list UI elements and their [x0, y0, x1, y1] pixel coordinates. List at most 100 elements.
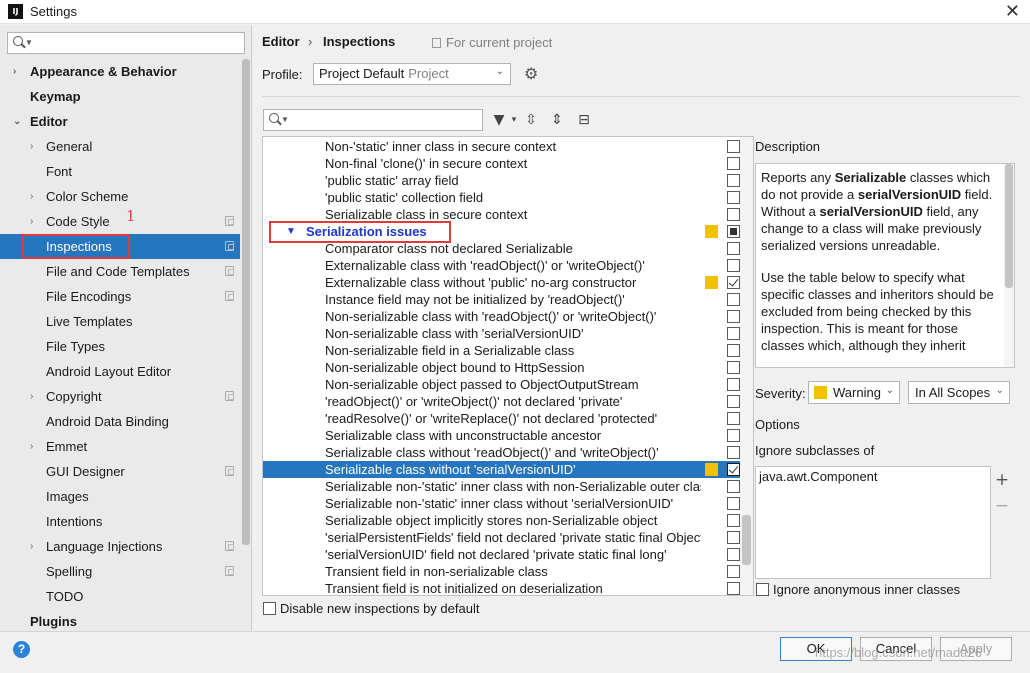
scrollbar-thumb[interactable] [1005, 164, 1013, 288]
chevron-down-icon[interactable]: ⌄ [13, 109, 21, 134]
inspection-row[interactable]: Non-serializable object bound to HttpSes… [263, 359, 743, 376]
inspections-scrollbar[interactable] [740, 137, 753, 595]
profile-select[interactable]: Project Default Project ⌄ [313, 63, 511, 85]
chevron-right-icon[interactable]: › [30, 184, 33, 209]
inspection-checkbox[interactable] [727, 259, 740, 272]
inspection-row[interactable]: Non-serializable class with 'readObject(… [263, 308, 743, 325]
inspection-row[interactable]: 'serialPersistentFields' field not decla… [263, 529, 743, 546]
gear-icon[interactable]: ⚙ [524, 66, 540, 82]
sidebar-item-font[interactable]: Font [0, 159, 240, 184]
inspection-checkbox[interactable] [727, 378, 740, 391]
add-icon[interactable]: + [993, 471, 1011, 489]
sidebar-item-spelling[interactable]: Spelling [0, 559, 240, 584]
inspection-row[interactable]: Non-serializable object passed to Object… [263, 376, 743, 393]
inspection-checkbox[interactable] [727, 497, 740, 510]
sidebar-item-language-injections[interactable]: › Language Injections [0, 534, 240, 559]
inspection-checkbox[interactable] [727, 276, 740, 289]
inspection-row[interactable]: 'public static' collection field [263, 189, 743, 206]
list-item[interactable]: java.awt.Component [759, 469, 987, 484]
reset-icon[interactable]: ⊟ [575, 110, 593, 130]
inspection-row[interactable]: Transient field is not initialized on de… [263, 580, 743, 595]
inspection-row[interactable]: 'readResolve()' or 'writeReplace()' not … [263, 410, 743, 427]
chevron-right-icon[interactable]: › [30, 384, 33, 409]
inspection-row[interactable]: 'public static' array field [263, 172, 743, 189]
sidebar-item-android-data-binding[interactable]: Android Data Binding [0, 409, 240, 434]
sidebar-item-todo[interactable]: TODO [0, 584, 240, 609]
chevron-right-icon[interactable]: › [13, 59, 16, 84]
description-scrollbar[interactable] [1004, 164, 1014, 367]
filter-dropdown-icon[interactable]: ▾ [505, 110, 523, 130]
sidebar-item-gui-designer[interactable]: GUI Designer [0, 459, 240, 484]
breadcrumb-editor[interactable]: Editor [262, 34, 300, 49]
scrollbar-thumb[interactable] [242, 59, 250, 545]
inspection-row[interactable]: 'serialVersionUID' field not declared 'p… [263, 546, 743, 563]
collapse-all-icon[interactable]: ⇕ [548, 110, 566, 130]
inspection-row[interactable]: Non-'static' inner class in secure conte… [263, 138, 743, 155]
inspection-search-input[interactable]: ▼ [263, 109, 483, 131]
sidebar-item-keymap[interactable]: Keymap [0, 84, 240, 109]
checkbox[interactable] [756, 583, 769, 596]
chevron-right-icon[interactable]: › [30, 134, 33, 159]
inspection-row[interactable]: Serializable class without 'readObject()… [263, 444, 743, 461]
expand-all-icon[interactable]: ⇳ [522, 110, 540, 130]
inspection-checkbox[interactable] [727, 140, 740, 153]
inspection-checkbox[interactable] [727, 157, 740, 170]
sidebar-item-intentions[interactable]: Intentions [0, 509, 240, 534]
close-icon[interactable]: ✕ [1005, 1, 1020, 22]
disable-new-inspections-checkbox[interactable]: Disable new inspections by default [263, 601, 479, 616]
inspection-row[interactable]: Externalizable class with 'readObject()'… [263, 257, 743, 274]
inspection-row[interactable]: Serializable class without 'serialVersio… [263, 461, 743, 478]
inspection-checkbox[interactable] [727, 293, 740, 306]
inspection-checkbox[interactable] [727, 429, 740, 442]
sidebar-item-copyright[interactable]: › Copyright [0, 384, 240, 409]
inspection-row[interactable]: Non-serializable class with 'serialVersi… [263, 325, 743, 342]
sidebar-item-images[interactable]: Images [0, 484, 240, 509]
inspection-checkbox[interactable] [727, 191, 740, 204]
chevron-right-icon[interactable]: › [30, 209, 33, 234]
inspection-checkbox[interactable] [727, 565, 740, 578]
inspection-checkbox[interactable] [727, 514, 740, 527]
inspection-checkbox[interactable] [727, 480, 740, 493]
inspection-checkbox[interactable] [727, 242, 740, 255]
inspection-checkbox[interactable] [727, 446, 740, 459]
sidebar-item-code-style[interactable]: › Code Style [0, 209, 240, 234]
sidebar-item-general[interactable]: › General [0, 134, 240, 159]
inspection-checkbox[interactable] [727, 327, 740, 340]
inspection-row[interactable]: Instance field may not be initialized by… [263, 291, 743, 308]
sidebar-item-file-types[interactable]: File Types [0, 334, 240, 359]
inspection-row[interactable]: Non-final 'clone()' in secure context [263, 155, 743, 172]
sidebar-item-file-and-code-templates[interactable]: File and Code Templates [0, 259, 240, 284]
help-icon[interactable]: ? [13, 641, 30, 658]
sidebar-item-android-layout-editor[interactable]: Android Layout Editor [0, 359, 240, 384]
inspection-row[interactable]: 'readObject()' or 'writeObject()' not de… [263, 393, 743, 410]
inspection-row[interactable]: Serializable non-'static' inner class wi… [263, 478, 743, 495]
inspection-checkbox[interactable] [727, 395, 740, 408]
inspection-checkbox[interactable] [727, 582, 740, 595]
ignore-subclasses-list[interactable]: java.awt.Component [755, 466, 991, 579]
checkbox[interactable] [263, 602, 276, 615]
inspection-row[interactable]: Externalizable class without 'public' no… [263, 274, 743, 291]
inspection-row[interactable]: Non-serializable field in a Serializable… [263, 342, 743, 359]
inspection-row[interactable]: Transient field in non-serializable clas… [263, 563, 743, 580]
ignore-anonymous-checkbox[interactable]: Ignore anonymous inner classes [756, 582, 960, 597]
inspection-checkbox[interactable] [727, 531, 740, 544]
chevron-right-icon[interactable]: › [30, 434, 33, 459]
inspection-checkbox[interactable] [727, 225, 740, 238]
chevron-right-icon[interactable]: › [30, 534, 33, 559]
inspection-checkbox[interactable] [727, 548, 740, 561]
scrollbar-thumb[interactable] [742, 515, 751, 565]
severity-select[interactable]: Warning ⌄ [808, 381, 900, 404]
sidebar-item-appearance-behavior[interactable]: › Appearance & Behavior [0, 59, 240, 84]
inspection-row[interactable]: Serializable object implicitly stores no… [263, 512, 743, 529]
inspection-checkbox[interactable] [727, 344, 740, 357]
inspection-checkbox[interactable] [727, 174, 740, 187]
sidebar-scrollbar[interactable] [240, 59, 251, 632]
sidebar-item-emmet[interactable]: › Emmet [0, 434, 240, 459]
inspection-row[interactable]: Serializable non-'static' inner class wi… [263, 495, 743, 512]
scope-select[interactable]: In All Scopes ⌄ [908, 381, 1010, 404]
sidebar-item-live-templates[interactable]: Live Templates [0, 309, 240, 334]
inspection-row[interactable]: Serializable class with unconstructable … [263, 427, 743, 444]
inspection-checkbox[interactable] [727, 412, 740, 425]
sidebar-item-inspections[interactable]: Inspections [0, 234, 240, 259]
inspection-checkbox[interactable] [727, 208, 740, 221]
